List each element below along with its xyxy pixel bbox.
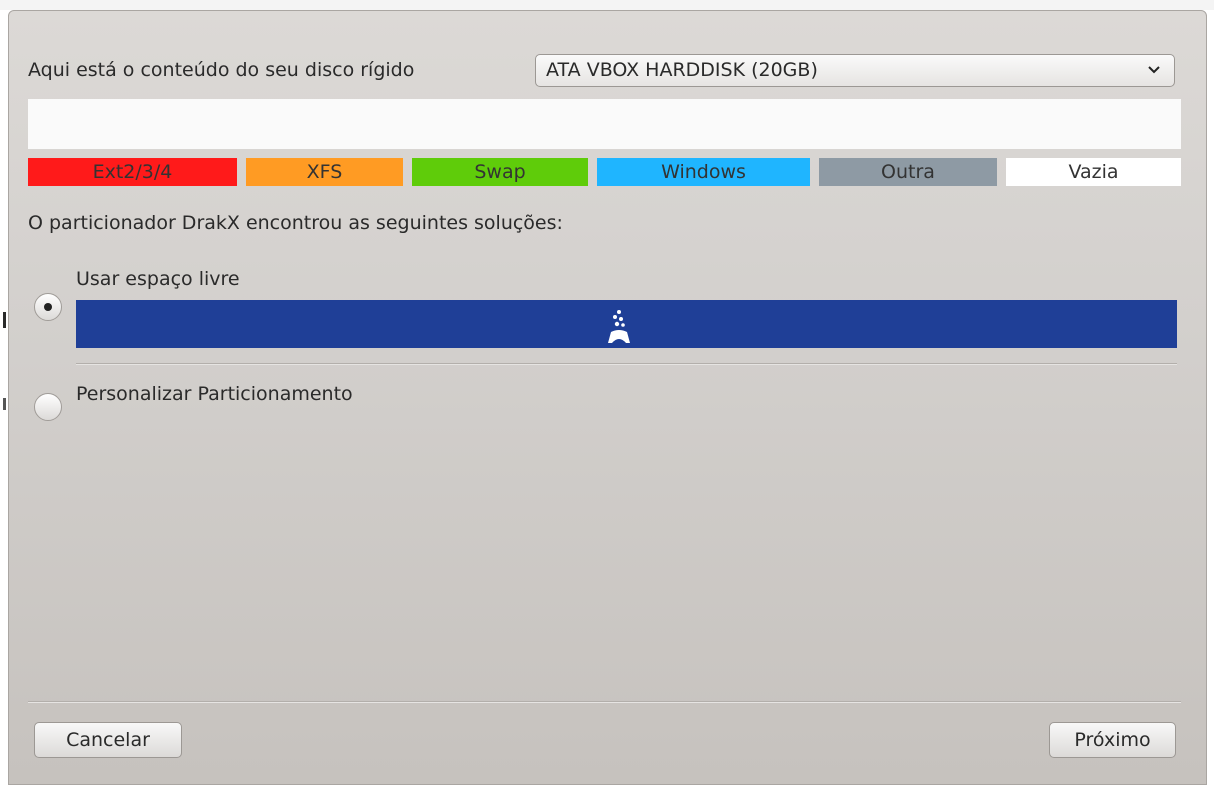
legend-xfs: XFS [246, 158, 403, 186]
legend-ext234: Ext2/3/4 [28, 158, 237, 186]
legend-empty-label: Vazia [1068, 161, 1119, 183]
legend-windows-label: Windows [661, 161, 746, 183]
radio-use-free-space[interactable] [34, 293, 62, 321]
disk-select-value: ATA VBOX HARDDISK (20GB) [546, 59, 818, 81]
background-mark [3, 398, 6, 410]
legend-other: Outra [819, 158, 997, 186]
legend-ext234-label: Ext2/3/4 [92, 161, 173, 183]
legend-swap: Swap [412, 158, 588, 186]
radio-custom-partitioning[interactable] [34, 393, 62, 421]
radio-selected-dot [44, 303, 52, 311]
cancel-button[interactable]: Cancelar [34, 722, 182, 758]
chevron-down-icon [1148, 66, 1160, 74]
legend-windows: Windows [597, 158, 810, 186]
background-mark [3, 312, 6, 328]
legend-xfs-label: XFS [306, 161, 343, 183]
separator [28, 701, 1181, 703]
legend-other-label: Outra [881, 161, 935, 183]
disk-usage-bar [28, 99, 1181, 149]
disk-label: Aqui está o conteúdo do seu disco rígido [28, 59, 415, 81]
background-strip [0, 0, 1214, 10]
installer-window: Aqui está o conteúdo do seu disco rígido… [8, 10, 1207, 785]
free-space-bar[interactable] [76, 300, 1177, 348]
legend-empty: Vazia [1006, 158, 1181, 186]
separator [76, 363, 1177, 365]
option-use-free-space-label[interactable]: Usar espaço livre [76, 268, 240, 290]
next-button[interactable]: Próximo [1049, 722, 1176, 758]
legend-swap-label: Swap [474, 161, 526, 183]
disk-select[interactable]: ATA VBOX HARDDISK (20GB) [535, 54, 1175, 87]
solutions-label: O particionador DrakX encontrou as segui… [28, 212, 563, 234]
option-custom-partitioning-label[interactable]: Personalizar Particionamento [76, 383, 353, 405]
free-space-icon [608, 310, 630, 343]
